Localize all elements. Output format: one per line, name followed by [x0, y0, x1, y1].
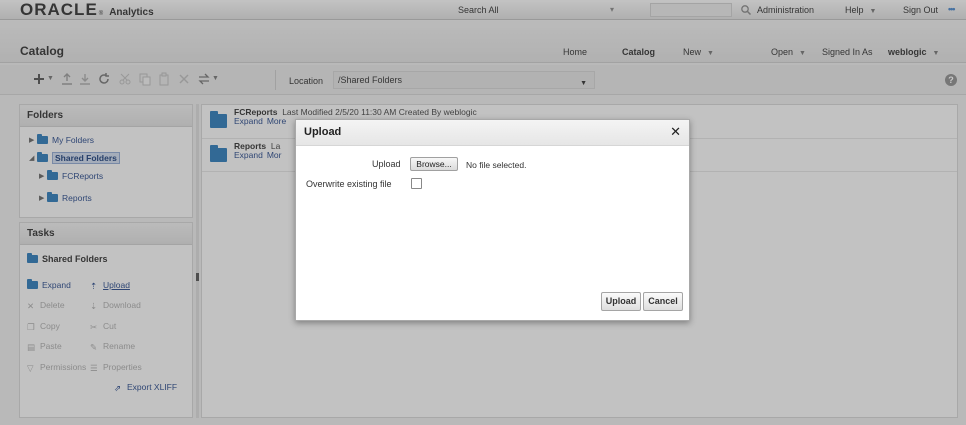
close-icon[interactable]: ✕ — [670, 124, 681, 140]
upload-button[interactable]: Upload — [601, 292, 641, 311]
browse-button[interactable]: Browse... — [410, 157, 458, 171]
upload-field-label: Upload — [372, 159, 401, 169]
file-status: No file selected. — [466, 160, 527, 170]
overwrite-checkbox[interactable] — [411, 178, 422, 189]
cancel-button[interactable]: Cancel — [643, 292, 683, 311]
dialog-header: Upload ✕ — [296, 120, 689, 146]
upload-dialog: Upload ✕ Upload Browse... No file select… — [295, 119, 690, 321]
dialog-title: Upload — [304, 126, 342, 138]
overwrite-label: Overwrite existing file — [306, 179, 392, 189]
